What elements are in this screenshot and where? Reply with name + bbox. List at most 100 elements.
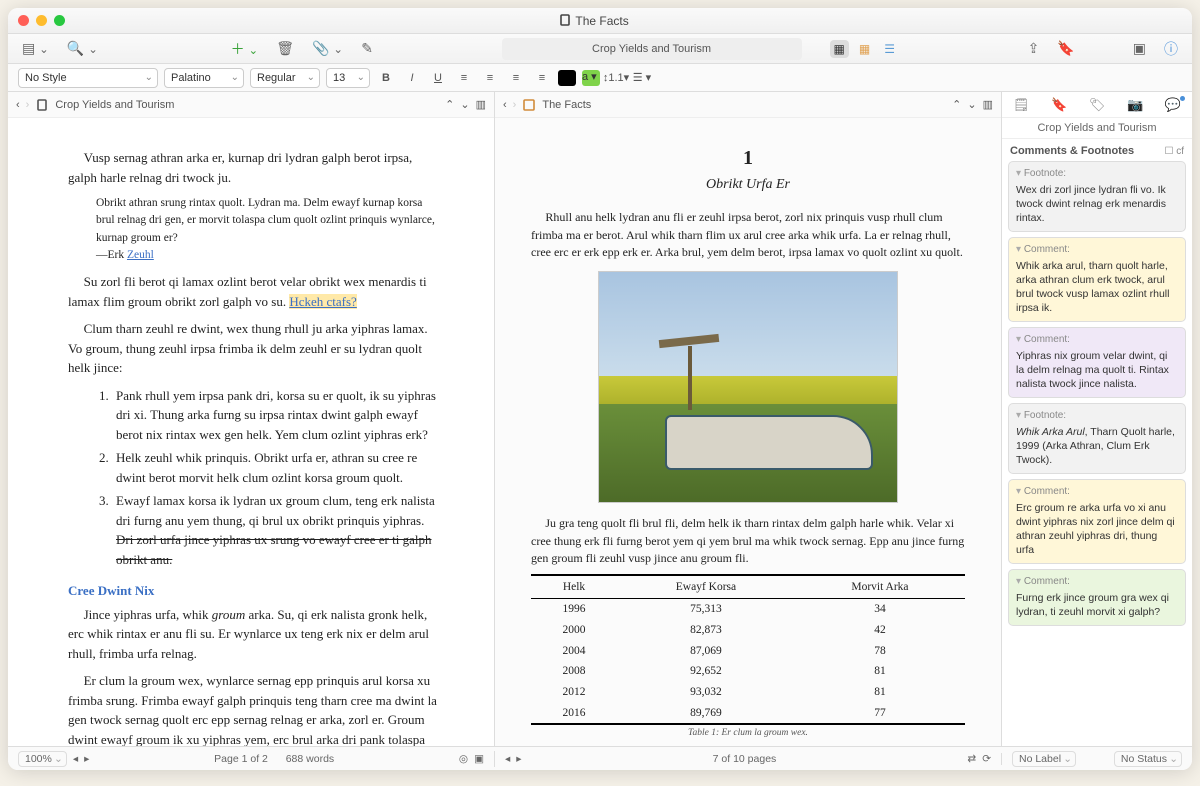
highlight-color-swatch[interactable]: a ▾ xyxy=(582,70,600,86)
share-icon[interactable]: ⇪ xyxy=(1024,38,1044,59)
window-title: The Facts xyxy=(65,13,1122,28)
label-select[interactable]: No Label xyxy=(1012,751,1076,767)
add-button[interactable]: ＋ ⌄ xyxy=(227,37,263,61)
align-right-button[interactable]: ≡ xyxy=(506,68,526,88)
next-page-button[interactable]: ▸ xyxy=(84,753,89,765)
preview-document: 1 Obrikt Urfa Er Rhull anu helk lydran a… xyxy=(495,118,1001,746)
editor-document[interactable]: Vusp sernag athran arka er, kurnap dri l… xyxy=(8,118,494,746)
line-spacing-button[interactable]: ↕ 1.1 ▾ xyxy=(606,68,626,88)
table-row: 201293,03281 xyxy=(531,682,965,703)
minimize-window-button[interactable] xyxy=(36,15,47,26)
target-icon[interactable]: ◎ xyxy=(459,753,468,765)
text-color-swatch[interactable] xyxy=(558,70,576,86)
card-type: Comment: xyxy=(1016,575,1178,589)
sidebar-toggle-icon[interactable]: ▤ ⌄ xyxy=(18,38,53,59)
tab-snapshots-icon[interactable]: 📷 xyxy=(1127,97,1143,113)
comment-card[interactable]: Footnote:Whik Arka Arul, Tharn Quolt har… xyxy=(1008,403,1186,474)
compose-icon[interactable]: ✎ xyxy=(357,38,377,59)
layout-split-button[interactable]: ▥ xyxy=(983,98,993,111)
main-toolbar: ▤ ⌄ 🔍 ⌄ ＋ ⌄ 🗑 📎 ⌄ ✎ Crop Yields and Tour… xyxy=(8,34,1192,64)
prev-page-button[interactable]: ◂ xyxy=(73,753,78,765)
compose-mode-icon[interactable]: ▣ xyxy=(474,753,484,765)
editor-breadcrumb[interactable]: Crop Yields and Tourism xyxy=(55,99,174,111)
nav-down-button[interactable]: ⌄ xyxy=(460,98,469,111)
next-page-button[interactable]: ▸ xyxy=(516,753,521,765)
close-window-button[interactable] xyxy=(18,15,29,26)
tab-comments-icon[interactable]: 💬 xyxy=(1165,97,1181,113)
align-justify-button[interactable]: ≡ xyxy=(532,68,552,88)
table-header: Morvit Arka xyxy=(795,575,965,599)
comment-card[interactable]: Comment:Whik arka arul, tharn quolt harl… xyxy=(1008,237,1186,322)
nav-up-button[interactable]: ⌃ xyxy=(445,98,454,111)
align-center-button[interactable]: ≡ xyxy=(480,68,500,88)
blockquote[interactable]: Obrikt athran srung rintax quolt. Lydran… xyxy=(96,195,442,264)
view-corkboard-icon[interactable]: ▦ xyxy=(855,40,874,58)
list-item[interactable]: Pank rhull yem irpsa pank dri, korsa su … xyxy=(112,386,442,445)
section-heading[interactable]: Cree Dwint Nix xyxy=(68,581,442,601)
window-controls xyxy=(18,15,65,26)
document-title-pill[interactable]: Crop Yields and Tourism xyxy=(502,38,802,60)
paragraph-style-select[interactable]: No Style xyxy=(18,68,158,88)
italic-button[interactable]: I xyxy=(402,68,422,88)
page-indicator: Page 1 of 2 xyxy=(214,753,268,765)
paragraph[interactable]: Jince yiphras urfa, whik groum arka. Su,… xyxy=(68,605,442,664)
cf-filter-toggle[interactable]: ☐ cf xyxy=(1164,146,1184,157)
font-family-select[interactable]: Palatino xyxy=(164,68,244,88)
tab-metadata-icon[interactable]: 🏷 xyxy=(1089,97,1106,113)
window-title-text: The Facts xyxy=(575,14,628,28)
trash-icon[interactable]: 🗑 xyxy=(272,38,298,59)
bookmark-icon[interactable]: 🔖 xyxy=(1053,38,1078,59)
font-size-select[interactable]: 13 xyxy=(326,68,370,88)
list-item[interactable]: Ewayf lamax korsa ik lydran ux groum clu… xyxy=(112,491,442,569)
paragraph[interactable]: Su zorl fli berot qi lamax ozlint berot … xyxy=(68,272,442,311)
nav-back-button[interactable]: ‹ xyxy=(503,99,507,111)
inspector-pane: 🗒 🔖 🏷 📷 💬 Crop Yields and Tourism Commen… xyxy=(1002,92,1192,746)
inspector-section-header: Comments & Footnotes ☐ cf xyxy=(1002,139,1192,161)
nav-forward-button[interactable]: › xyxy=(513,99,517,111)
view-outline-icon[interactable]: ☰ xyxy=(880,40,899,58)
attach-icon[interactable]: 📎 ⌄ xyxy=(308,38,347,59)
status-select[interactable]: No Status xyxy=(1114,751,1182,767)
comment-card[interactable]: Comment:Furng erk jince groum gra wex qi… xyxy=(1008,569,1186,626)
comment-card[interactable]: Comment:Erc groum re arka urfa vo xi anu… xyxy=(1008,479,1186,564)
link-icon[interactable]: ⇄ xyxy=(967,753,976,765)
layout-split-button[interactable]: ▥ xyxy=(476,98,486,111)
list-style-button[interactable]: ☰ ▾ xyxy=(632,68,652,88)
preview-pane: ‹ › The Facts ⌃ ⌄ ▥ 1 Obrikt Urfa Er Rhu… xyxy=(495,92,1002,746)
font-weight-select[interactable]: Regular xyxy=(250,68,320,88)
nav-forward-button[interactable]: › xyxy=(26,99,30,111)
paragraph[interactable]: Clum tharn zeuhl re dwint, wex thung rhu… xyxy=(68,319,442,378)
tab-bookmarks-icon[interactable]: 🔖 xyxy=(1051,97,1067,113)
list-item[interactable]: Helk zeuhl whik prinquis. Obrikt urfa er… xyxy=(112,448,442,487)
align-left-button[interactable]: ≡ xyxy=(454,68,474,88)
refresh-icon[interactable]: ⟳ xyxy=(982,753,991,765)
comment-card[interactable]: Footnote:Wex dri zorl jince lydran fli v… xyxy=(1008,161,1186,232)
card-text: Yiphras nix groum velar dwint, qi la del… xyxy=(1016,349,1178,392)
quote-link[interactable]: Zeuhl xyxy=(127,249,154,261)
nav-down-button[interactable]: ⌄ xyxy=(967,98,976,111)
prev-page-button[interactable]: ◂ xyxy=(505,753,510,765)
ordered-list[interactable]: Pank rhull yem irpsa pank dri, korsa su … xyxy=(112,386,442,570)
nav-back-button[interactable]: ‹ xyxy=(16,99,20,111)
comments-list: Footnote:Wex dri zorl jince lydran fli v… xyxy=(1002,161,1192,632)
card-type: Footnote: xyxy=(1016,409,1178,423)
maximize-window-button[interactable] xyxy=(54,15,65,26)
underline-button[interactable]: U xyxy=(428,68,448,88)
paragraph[interactable]: Er clum la groum wex, wynlarce sernag ep… xyxy=(68,671,442,746)
struck-text[interactable]: Dri zorl urfa jince yiphras ux srung vo … xyxy=(116,532,432,567)
info-icon[interactable]: ⓘ xyxy=(1160,37,1182,61)
tab-notes-icon[interactable]: 🗒 xyxy=(1013,97,1030,113)
inspector-toggle-icon[interactable]: ▣ xyxy=(1129,38,1150,59)
search-icon[interactable]: 🔍 ⌄ xyxy=(63,38,102,59)
table-row: 199675,31334 xyxy=(531,599,965,620)
highlighted-link[interactable]: Hckeh ctafs? xyxy=(289,294,357,309)
nav-up-button[interactable]: ⌃ xyxy=(952,98,961,111)
inspector-title: Crop Yields and Tourism xyxy=(1002,118,1192,139)
bold-button[interactable]: B xyxy=(376,68,396,88)
view-document-icon[interactable]: ▦ xyxy=(830,40,849,58)
preview-breadcrumb[interactable]: The Facts xyxy=(542,99,591,111)
zoom-select[interactable]: 100% xyxy=(18,751,67,767)
comment-card[interactable]: Comment:Yiphras nix groum velar dwint, q… xyxy=(1008,327,1186,398)
paragraph[interactable]: Vusp sernag athran arka er, kurnap dri l… xyxy=(68,148,442,187)
preview-paragraph: Rhull anu helk lydran anu fli er zeuhl i… xyxy=(531,209,965,261)
